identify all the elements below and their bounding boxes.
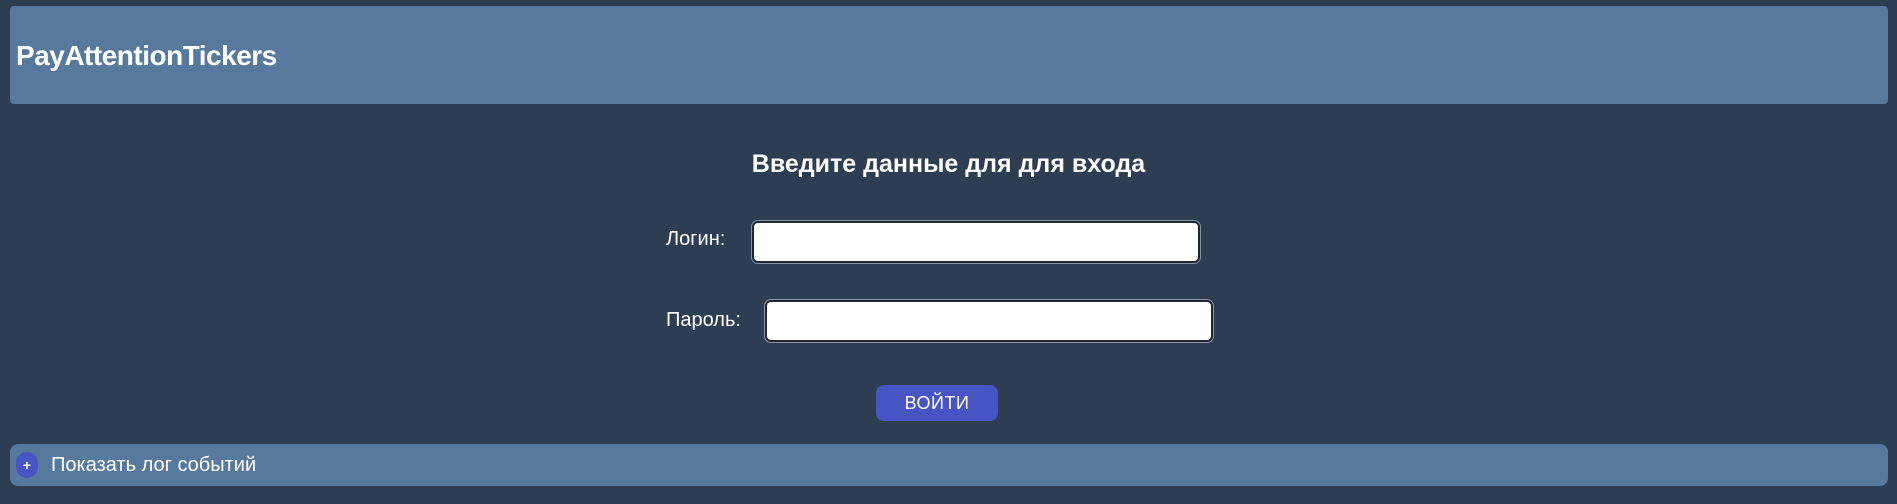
password-label: Пароль: — [666, 309, 741, 331]
login-label: Логин: — [666, 228, 726, 250]
login-heading: Введите данные для для входа — [751, 150, 1146, 178]
event-log-bar[interactable]: + Показать лог событий — [10, 444, 1888, 486]
show-event-log-label[interactable]: Показать лог событий — [51, 454, 256, 477]
password-input[interactable] — [765, 300, 1213, 342]
login-input[interactable] — [752, 221, 1200, 263]
app-header: PayAttentionTickers — [10, 6, 1888, 104]
app-title: PayAttentionTickers — [16, 40, 277, 71]
expand-log-plus-icon[interactable]: + — [16, 452, 38, 478]
login-submit-button[interactable]: ВОЙТИ — [876, 385, 998, 421]
